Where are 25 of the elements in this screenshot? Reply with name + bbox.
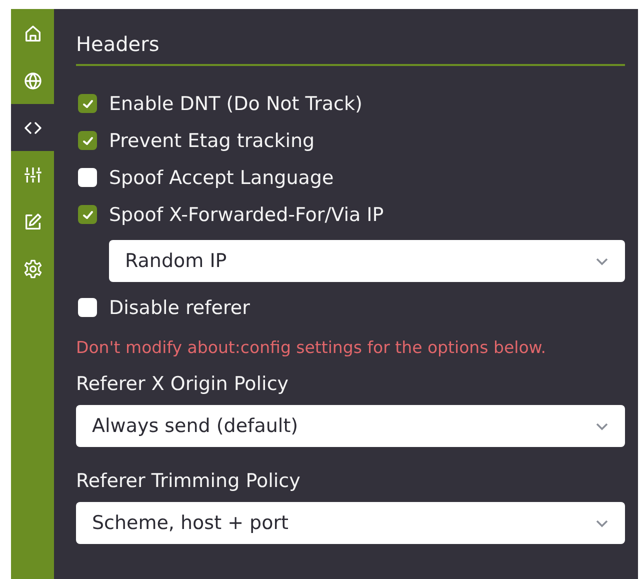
dropdown[interactable]: Scheme, host + port <box>76 502 625 544</box>
field-label: Referer Trimming Policy <box>76 470 302 492</box>
settings-icon[interactable] <box>22 258 42 278</box>
checkbox-label: Spoof Accept Language <box>109 166 334 188</box>
checkbox[interactable] <box>78 298 97 317</box>
field-label: Referer X Origin Policy <box>76 373 290 395</box>
home-icon[interactable] <box>22 24 42 44</box>
checkbox-label: Disable referer <box>109 296 250 318</box>
check-icon <box>82 98 94 110</box>
section-title: Headers <box>76 29 625 66</box>
checkbox[interactable] <box>78 205 97 224</box>
warning-text: Don't modify about:config settings for the options below. <box>76 338 548 357</box>
checkbox-label: Enable DNT (Do Not Track) <box>109 92 362 114</box>
dropdown[interactable]: Always send (default) <box>76 405 625 447</box>
dropdown[interactable]: Random IP <box>109 240 625 282</box>
sliders-icon[interactable] <box>22 164 42 184</box>
check-icon <box>82 208 94 220</box>
checkbox-label: Spoof X-Forwarded-For/Via IP <box>109 204 384 226</box>
edit-icon[interactable] <box>22 212 42 232</box>
globe-icon[interactable] <box>22 70 42 90</box>
checkbox[interactable] <box>78 131 97 150</box>
checkbox[interactable] <box>78 168 97 187</box>
check-icon <box>82 134 94 146</box>
checkbox-label: Prevent Etag tracking <box>109 130 315 152</box>
checkbox[interactable] <box>78 94 97 113</box>
